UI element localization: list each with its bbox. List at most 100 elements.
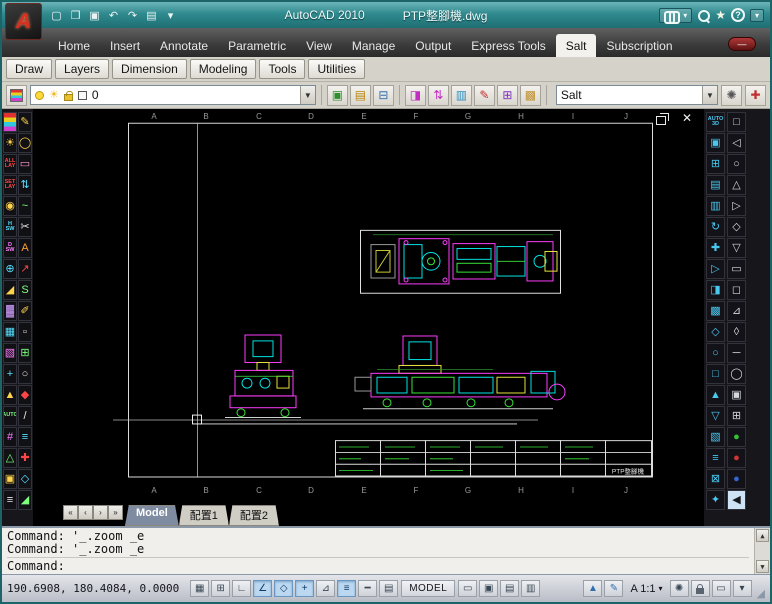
- right-tool-icon[interactable]: ▽: [727, 238, 746, 258]
- command-scrollbar[interactable]: ▲ ▼: [754, 528, 770, 574]
- ribbon-tab-subscription[interactable]: Subscription: [596, 34, 682, 57]
- toolbar-lock-icon[interactable]: [690, 580, 710, 597]
- status-menu-down-icon[interactable]: ▾: [732, 580, 752, 597]
- layout-tab-配置2[interactable]: 配置2: [228, 505, 280, 526]
- chevron-down-icon[interactable]: ▼: [299, 86, 315, 104]
- workspace-gear-icon[interactable]: ✺: [669, 580, 689, 597]
- right-tool-icon[interactable]: ●: [727, 469, 746, 489]
- layout-tab-scroll-3[interactable]: »: [108, 505, 123, 520]
- right-tool-icon[interactable]: ↻: [706, 217, 725, 237]
- auto-3d-tool[interactable]: AUTO 3D: [706, 112, 725, 132]
- quick-view-layouts-icon[interactable]: ▥: [521, 580, 541, 597]
- right-tool-icon[interactable]: ▧: [706, 427, 725, 447]
- right-tool-icon[interactable]: ▽: [706, 406, 725, 426]
- right-tool-icon[interactable]: ▤: [706, 175, 725, 195]
- gear-button[interactable]: ✺: [721, 84, 742, 106]
- left-tool-icon[interactable]: ▓: [3, 301, 17, 321]
- ribbon-tab-salt[interactable]: Salt: [555, 34, 597, 57]
- status-toggle-ducs[interactable]: ⊿: [316, 580, 336, 597]
- layer-state-button-1[interactable]: ⇅: [427, 84, 449, 106]
- annotation-autoscale-icon[interactable]: ✎: [604, 580, 624, 597]
- auto-dim-tool[interactable]: AUTO: [3, 406, 17, 426]
- layer-tool-button-1[interactable]: ▤: [349, 84, 371, 106]
- command-line-window[interactable]: Command: '_.zoom _e Command: '_.zoom _e …: [2, 526, 770, 574]
- ribbon-tab-view[interactable]: View: [296, 34, 342, 57]
- left-tool-icon[interactable]: ✐: [18, 301, 32, 321]
- panel-tab-dimension[interactable]: Dimension: [112, 59, 187, 79]
- qat-menu-down-icon[interactable]: ▾: [162, 7, 179, 24]
- right-tool-icon[interactable]: ⊠: [706, 469, 725, 489]
- qat-redo-icon[interactable]: ↷: [124, 7, 141, 24]
- right-tool-icon[interactable]: ▣: [706, 133, 725, 153]
- left-tool-icon[interactable]: ▫: [18, 322, 32, 342]
- left-tool-icon[interactable]: ⇅: [18, 175, 32, 195]
- quick-view-drawings-icon[interactable]: ▤: [500, 580, 520, 597]
- left-tool-icon[interactable]: ▣: [3, 469, 17, 489]
- right-tool-icon[interactable]: ✦: [706, 490, 725, 510]
- left-tool-icon[interactable]: ✚: [18, 448, 32, 468]
- panel-tab-tools[interactable]: Tools: [259, 59, 306, 79]
- annotation-visibility-icon[interactable]: ▲: [583, 580, 603, 597]
- right-tool-icon[interactable]: □: [727, 112, 746, 132]
- clean-screen-icon[interactable]: ▭: [711, 580, 731, 597]
- layer-state-button-5[interactable]: ▩: [519, 84, 541, 106]
- status-toggle-qp[interactable]: ▤: [379, 580, 399, 597]
- panel-tab-modeling[interactable]: Modeling: [189, 59, 257, 79]
- all-lay-tool[interactable]: ALL LAY: [3, 154, 17, 174]
- right-tool-icon[interactable]: ◇: [706, 322, 725, 342]
- salt-select[interactable]: Salt ▼: [555, 85, 718, 105]
- right-tool-icon[interactable]: ◁: [727, 133, 746, 153]
- right-tool-icon[interactable]: ◇: [727, 217, 746, 237]
- status-toggle-osnap[interactable]: ◇: [274, 580, 294, 597]
- left-tool-icon[interactable]: ▧: [3, 343, 17, 363]
- star-icon[interactable]: ★: [715, 8, 726, 22]
- left-tool-icon[interactable]: A: [18, 238, 32, 258]
- qat-undo-icon[interactable]: ↶: [105, 7, 122, 24]
- left-tool-icon[interactable]: ✂: [18, 217, 32, 237]
- layer-state-button-4[interactable]: ⊞: [496, 84, 518, 106]
- left-tool-icon[interactable]: ▲: [3, 385, 17, 405]
- layout-tab-scroll-2[interactable]: ›: [93, 505, 108, 520]
- right-tool-icon[interactable]: ○: [727, 154, 746, 174]
- panel-tab-layers[interactable]: Layers: [55, 59, 110, 79]
- ribbon-tab-insert[interactable]: Insert: [100, 34, 150, 57]
- right-tool-icon[interactable]: ◊: [727, 322, 746, 342]
- right-tool-icon[interactable]: ─: [727, 343, 746, 363]
- ribbon-minimize-button[interactable]: —: [728, 37, 756, 51]
- layout-tab-配置1[interactable]: 配置1: [178, 505, 229, 526]
- left-tool-icon[interactable]: D SW: [3, 238, 17, 258]
- left-tool-icon[interactable]: ⊞: [18, 343, 32, 363]
- infocenter-minimize-icon[interactable]: ▾: [750, 8, 764, 22]
- left-tool-icon[interactable]: ≡: [3, 490, 17, 510]
- left-tool-icon[interactable]: #: [3, 427, 17, 447]
- help-icon[interactable]: ?: [731, 8, 745, 22]
- right-tool-icon[interactable]: ⊿: [727, 301, 746, 321]
- ribbon-tab-annotate[interactable]: Annotate: [150, 34, 218, 57]
- right-tool-icon[interactable]: ▷: [706, 259, 725, 279]
- ribbon-tab-home[interactable]: Home: [48, 34, 100, 57]
- layout-tab-model[interactable]: Model: [125, 505, 179, 526]
- right-tool-icon[interactable]: ▲: [706, 385, 725, 405]
- left-tool-icon[interactable]: ◆: [18, 385, 32, 405]
- layer-state-button-2[interactable]: ▥: [450, 84, 472, 106]
- left-tool-icon[interactable]: ↗: [18, 259, 32, 279]
- status-toggle-dyn[interactable]: ≡: [337, 580, 357, 597]
- left-tool-icon[interactable]: ◇: [18, 469, 32, 489]
- left-tool-icon[interactable]: ~: [18, 196, 32, 216]
- layer-state-button-0[interactable]: ◨: [404, 84, 426, 106]
- left-tool-icon[interactable]: △: [3, 448, 17, 468]
- status-toggle-grid[interactable]: ⊞: [211, 580, 231, 597]
- command-prompt[interactable]: Command:: [7, 559, 749, 573]
- layout-model-icon[interactable]: ▭: [458, 580, 478, 597]
- extra-tool-button[interactable]: ✚: [745, 84, 766, 106]
- left-tool-icon[interactable]: /: [18, 406, 32, 426]
- left-tool-icon[interactable]: +: [3, 364, 17, 384]
- search-box[interactable]: ▾: [659, 7, 693, 24]
- panel-tab-draw[interactable]: Draw: [6, 59, 53, 79]
- right-tool-icon[interactable]: △: [727, 175, 746, 195]
- layer-tool-button-2[interactable]: ⊟: [372, 84, 394, 106]
- panel-tab-utilities[interactable]: Utilities: [308, 59, 366, 79]
- qat-open-icon[interactable]: ❒: [67, 7, 84, 24]
- left-tool-icon[interactable]: ☀: [3, 133, 17, 153]
- left-tool-icon[interactable]: ◉: [3, 196, 17, 216]
